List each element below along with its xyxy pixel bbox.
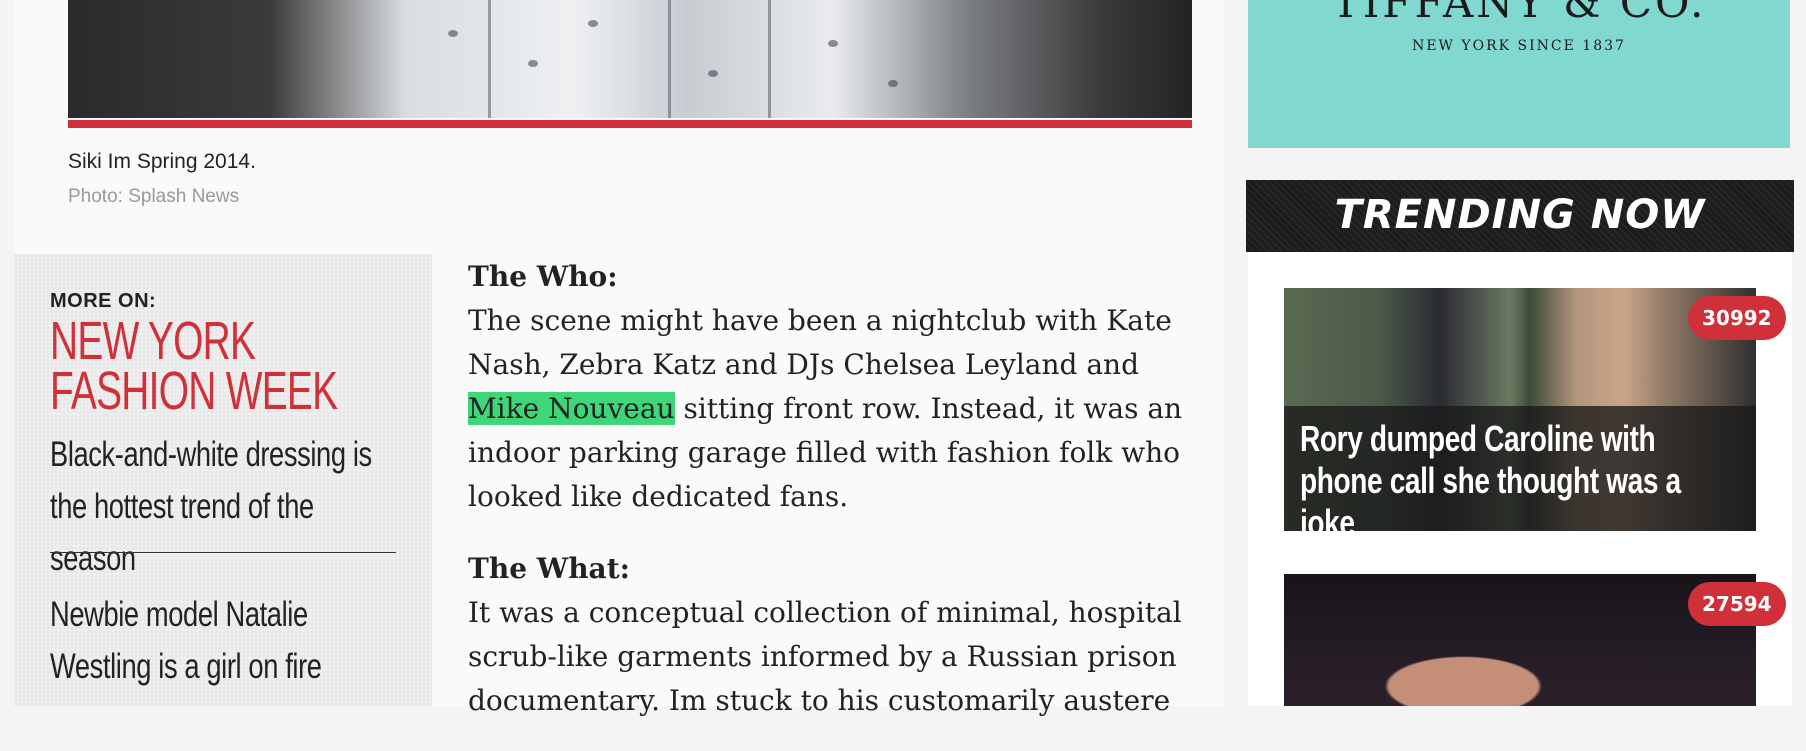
related-article-link[interactable]: Black-and-white dressing is the hottest … [50,429,378,585]
share-count-badge: 30992 [1688,296,1786,340]
photo-detail [668,0,671,118]
photo-detail [488,0,491,118]
trending-story[interactable]: Rory dumped Caroline with phone call she… [1284,288,1756,531]
ad-logo: TIFFANY & CO. [1331,0,1707,27]
photo-accent-rule [68,120,1192,128]
trending-story[interactable] [1284,574,1756,706]
photo-detail [888,80,898,87]
tiffany-ad[interactable]: TIFFANY & CO. NEW YORK SINCE 1837 [1248,0,1790,148]
photo-detail [768,0,771,118]
highlighted-name: Mike Nouveau [468,392,675,425]
divider [50,552,396,553]
trending-title: TRENDING NOW [1334,192,1706,238]
what-heading: The What: [468,552,630,585]
photo-credit: Photo: Splash News [68,186,240,207]
more-on-label: MORE ON: [50,290,157,312]
more-on-topic-link[interactable]: NEW YORK FASHION WEEK [50,314,381,418]
story-title[interactable]: Rory dumped Caroline with phone call she… [1300,418,1737,531]
photo-detail [828,40,838,47]
story-thumbnail [1284,574,1756,706]
photo-caption: Siki Im Spring 2014. [68,150,256,173]
photo-detail [588,20,598,27]
more-on-panel: MORE ON: NEW YORK FASHION WEEK Black-and… [14,254,432,706]
photo-detail [708,70,718,77]
photo-detail [528,60,538,67]
related-article-link[interactable]: Newbie model Natalie Westling is a girl … [50,589,378,693]
who-paragraph: The scene might have been a nightclub wi… [468,299,1188,519]
what-paragraph: It was a conceptual collection of minima… [468,596,1182,717]
trending-header: TRENDING NOW [1246,180,1794,252]
share-count-badge: 27594 [1688,582,1786,626]
runway-photo [68,0,1192,118]
article-body: The Who: The scene might have been a nig… [468,255,1188,751]
photo-detail [448,30,458,37]
ad-tagline: NEW YORK SINCE 1837 [1412,38,1626,54]
who-heading: The Who: [468,260,618,293]
who-text: The scene might have been a nightclub wi… [468,304,1172,381]
